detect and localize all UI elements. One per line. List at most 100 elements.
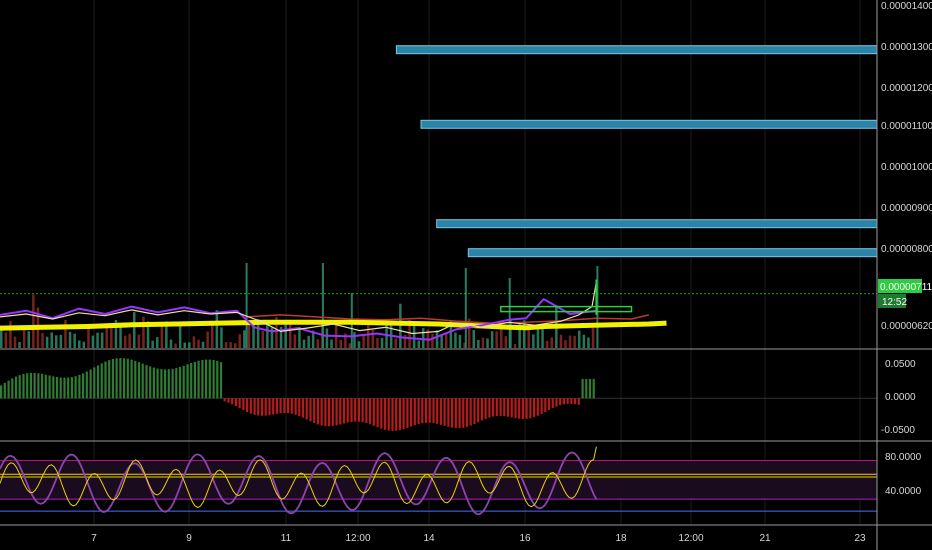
price-tick: 0.00001000 bbox=[881, 162, 932, 173]
volume-bar bbox=[399, 303, 402, 348]
macd-bar bbox=[279, 398, 282, 414]
macd-bar bbox=[242, 398, 245, 411]
price-tick: 0.00000900 bbox=[881, 203, 932, 214]
volume-bar bbox=[128, 333, 131, 348]
macd-bar bbox=[559, 398, 562, 406]
volume-bar bbox=[119, 327, 122, 348]
macd-bar bbox=[410, 398, 413, 427]
volume-bar bbox=[357, 341, 361, 348]
macd-bar bbox=[212, 360, 215, 399]
macd-bar bbox=[346, 398, 349, 423]
macd-bar bbox=[249, 398, 252, 414]
volume-bar bbox=[298, 326, 301, 348]
volume-bar bbox=[477, 339, 480, 348]
macd-bar bbox=[82, 373, 85, 399]
volume-bar bbox=[559, 334, 563, 348]
volume-bar bbox=[87, 326, 90, 348]
volume-bar bbox=[367, 325, 370, 348]
macd-bar bbox=[369, 398, 372, 425]
macd-bar bbox=[115, 358, 118, 399]
macd-bar bbox=[272, 398, 275, 415]
macd-bar bbox=[33, 372, 36, 399]
macd-bar bbox=[231, 398, 234, 405]
volume-bar bbox=[261, 331, 264, 348]
macd-bar bbox=[111, 359, 114, 399]
macd-bar bbox=[167, 369, 170, 399]
macd-bar bbox=[89, 369, 92, 399]
macd-bar bbox=[171, 368, 174, 399]
price-tick: 0.00000620 bbox=[881, 321, 932, 332]
macd-bar bbox=[257, 398, 260, 416]
macd-bar bbox=[190, 363, 193, 399]
macd-bar bbox=[480, 398, 483, 421]
volume-bar bbox=[495, 331, 498, 348]
volume-bar bbox=[82, 341, 86, 348]
volume-bar bbox=[316, 339, 319, 348]
volume-bar bbox=[330, 339, 333, 348]
macd-bar bbox=[22, 373, 25, 399]
rsi-tick: 40.0000 bbox=[885, 486, 922, 497]
macd-bar bbox=[294, 398, 297, 415]
macd-bar bbox=[383, 398, 387, 430]
macd-bar bbox=[238, 398, 241, 409]
macd-bar bbox=[506, 398, 510, 417]
volume-bar bbox=[137, 334, 141, 348]
macd-bar bbox=[335, 398, 338, 426]
macd-bar bbox=[0, 385, 3, 399]
volume-bar bbox=[206, 331, 209, 348]
volume-bar bbox=[238, 334, 241, 348]
macd-bar bbox=[547, 398, 551, 410]
rsi-tick: 80.0000 bbox=[885, 452, 922, 463]
volume-bar bbox=[490, 331, 494, 348]
svg-text:0.00000711: 0.00000711 bbox=[880, 282, 932, 293]
volume-bar bbox=[302, 339, 306, 348]
volume-bar bbox=[504, 336, 508, 348]
macd-bar bbox=[59, 377, 62, 399]
macd-bar bbox=[78, 374, 81, 399]
macd-bar bbox=[588, 378, 592, 399]
resistance-zone bbox=[395, 45, 878, 55]
volume-bar bbox=[325, 328, 329, 348]
macd-tick: 0.0500 bbox=[885, 359, 916, 370]
macd-bar bbox=[145, 365, 148, 399]
volume-bar bbox=[45, 336, 49, 348]
volume-bar bbox=[307, 335, 310, 348]
time-tick: 14 bbox=[423, 533, 435, 544]
macd-bar bbox=[521, 398, 524, 419]
price-tick: 0.00001200 bbox=[881, 83, 932, 94]
volume-bar bbox=[573, 335, 576, 348]
time-tick: 12:00 bbox=[678, 533, 703, 544]
macd-bar bbox=[26, 373, 29, 399]
trading-chart[interactable]: 0.00001400 0.00001300 0.00001200 0.00001… bbox=[0, 0, 932, 550]
macd-bar bbox=[592, 378, 595, 399]
volume-bar bbox=[174, 343, 177, 348]
resistance-zone bbox=[467, 248, 878, 258]
macd-bar bbox=[134, 360, 137, 399]
volume-bar bbox=[18, 342, 21, 348]
macd-bar bbox=[298, 398, 301, 416]
macd-bar bbox=[473, 398, 476, 424]
macd-bar bbox=[555, 398, 558, 407]
volume-bar bbox=[513, 343, 517, 348]
macd-bar bbox=[533, 398, 536, 418]
volume-bar bbox=[27, 331, 30, 348]
volume-bar bbox=[78, 340, 81, 348]
macd-bar bbox=[175, 368, 178, 399]
volume-bar bbox=[486, 338, 489, 348]
volume-bar bbox=[13, 336, 17, 348]
macd-bar bbox=[63, 377, 66, 399]
macd-bar bbox=[316, 398, 319, 425]
volume-bar bbox=[394, 338, 397, 348]
volume-bar bbox=[422, 328, 425, 348]
volume-bar bbox=[91, 335, 95, 348]
volume-bar bbox=[64, 319, 67, 348]
macd-bar bbox=[443, 398, 446, 426]
macd-bar bbox=[287, 398, 290, 414]
volume-bar bbox=[500, 327, 503, 348]
macd-bar bbox=[216, 360, 219, 399]
macd-bar bbox=[223, 398, 226, 402]
volume-spike bbox=[508, 278, 511, 348]
macd-bar bbox=[152, 367, 155, 399]
macd-bar bbox=[436, 398, 439, 424]
volume-bar bbox=[68, 331, 72, 348]
